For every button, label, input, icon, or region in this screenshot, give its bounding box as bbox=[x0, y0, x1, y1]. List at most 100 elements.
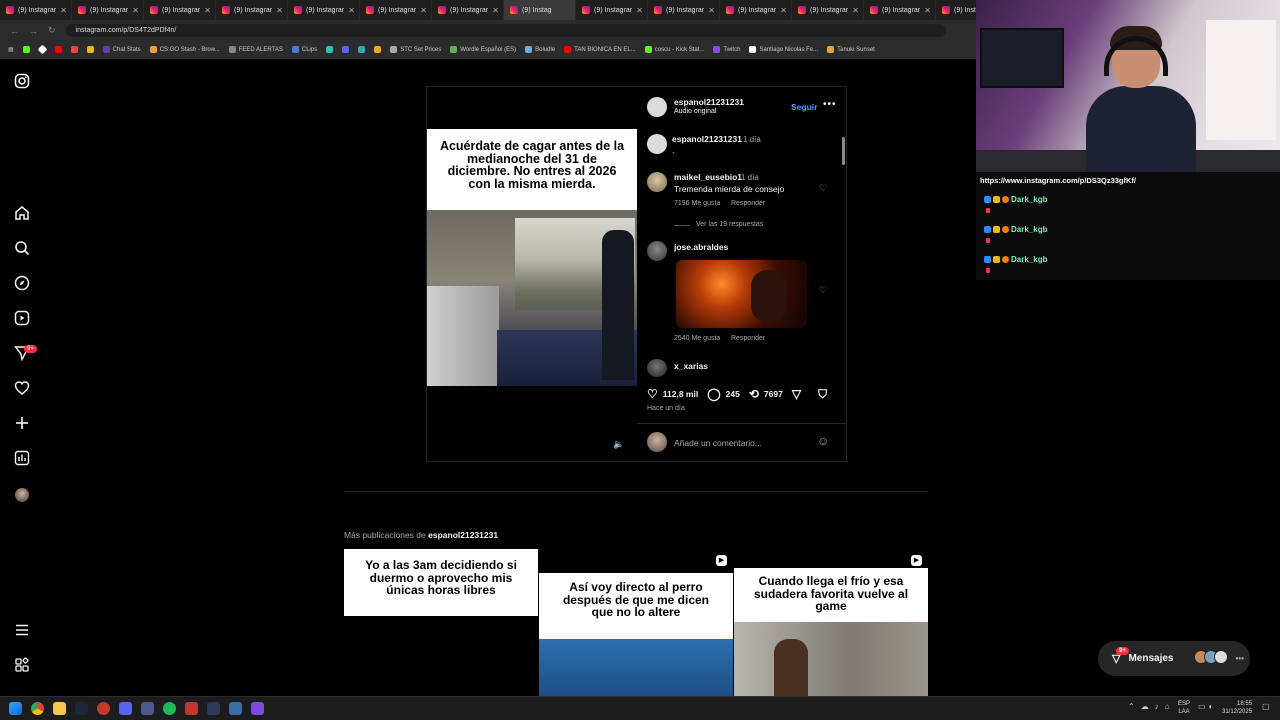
comment-avatar[interactable] bbox=[647, 172, 667, 192]
also-from-meta-icon[interactable] bbox=[13, 657, 31, 675]
notifications-heart-icon[interactable] bbox=[13, 380, 31, 398]
mute-icon[interactable]: 🔈 bbox=[613, 439, 624, 450]
browser-tab[interactable]: (9) Instagram ✕ bbox=[216, 0, 288, 20]
author-avatar[interactable] bbox=[647, 97, 667, 117]
bookmark-icon-only[interactable] bbox=[86, 46, 94, 53]
like-comment-heart-icon[interactable]: ♡ bbox=[819, 285, 827, 296]
comment-likes[interactable]: 7196 Me gusta bbox=[674, 200, 720, 207]
audio-label[interactable]: Audio original bbox=[674, 108, 716, 115]
forward-icon[interactable]: → bbox=[29, 26, 38, 36]
bookmark-icon-only[interactable] bbox=[70, 46, 78, 53]
chrome-icon[interactable] bbox=[31, 702, 44, 715]
clock[interactable]: 18:55 31/12/2025 bbox=[1222, 700, 1252, 716]
bookmark-icon-only[interactable] bbox=[37, 44, 48, 55]
more-post-tile[interactable]: Así voy directo al perro después de que … bbox=[539, 549, 733, 696]
file-explorer-icon[interactable] bbox=[53, 702, 66, 715]
likes-count[interactable]: 112,8 mil bbox=[663, 389, 698, 399]
bookmark-tanuki[interactable]: Tanuki Sunset bbox=[827, 46, 875, 53]
explore-compass-icon[interactable] bbox=[13, 275, 31, 293]
more-options-icon[interactable]: ••• bbox=[823, 99, 837, 110]
browser-tab[interactable]: (9) Instagram ✕ bbox=[792, 0, 864, 20]
browser-tab[interactable]: (9) Instagram ✕ bbox=[720, 0, 792, 20]
comment-avatar[interactable] bbox=[647, 359, 667, 377]
app-icon[interactable] bbox=[251, 702, 264, 715]
app-icon[interactable] bbox=[97, 702, 110, 715]
apps-icon[interactable]: ▦ bbox=[8, 46, 14, 53]
repost-icon[interactable]: ⟲ bbox=[749, 387, 759, 401]
app-icon[interactable] bbox=[141, 702, 154, 715]
bookmark-icon-only[interactable] bbox=[358, 46, 366, 53]
steam-icon[interactable] bbox=[75, 702, 88, 715]
system-tray[interactable]: ⌃☁♪⌂ bbox=[1128, 702, 1176, 711]
caption-author-avatar[interactable] bbox=[647, 134, 667, 154]
app-icon[interactable] bbox=[207, 702, 220, 715]
bookmark-stc-set-prices[interactable]: STC Set Prices bbox=[390, 46, 441, 53]
close-tab-icon[interactable]: ✕ bbox=[60, 6, 67, 15]
save-bookmark-icon[interactable]: ⛉ bbox=[818, 387, 827, 402]
bookmark-csgo-stash[interactable]: CS:GO Stash - Brow... bbox=[149, 46, 220, 53]
chat-username[interactable]: Dark_kgb bbox=[1011, 255, 1047, 264]
close-tab-icon[interactable]: ✕ bbox=[636, 6, 643, 15]
browser-tab[interactable]: (9) Instagram bbox=[936, 0, 976, 20]
close-tab-icon[interactable]: ✕ bbox=[708, 6, 715, 15]
author-username[interactable]: espanol21231231 bbox=[674, 97, 744, 107]
comment-bubble-icon[interactable]: ◯ bbox=[707, 387, 720, 401]
spotify-icon[interactable] bbox=[163, 702, 176, 715]
close-tab-icon[interactable]: ✕ bbox=[492, 6, 499, 15]
browser-tab[interactable]: (9) Instagram ✕ bbox=[432, 0, 504, 20]
start-icon[interactable] bbox=[9, 702, 22, 715]
browser-tab[interactable]: (9) Instagram ✕ bbox=[144, 0, 216, 20]
reels-icon[interactable] bbox=[13, 310, 31, 328]
home-icon[interactable] bbox=[13, 205, 31, 223]
comment-avatar[interactable] bbox=[647, 241, 667, 261]
url-field[interactable]: instagram.com/p/DS4T2dPDf4n/ bbox=[65, 24, 946, 37]
close-tab-icon[interactable]: ✕ bbox=[204, 6, 211, 15]
app-icon[interactable] bbox=[185, 702, 198, 715]
bookmark-icon-only[interactable] bbox=[342, 46, 350, 53]
comment-gif[interactable] bbox=[676, 260, 807, 328]
bookmark-boludle[interactable]: Boludle bbox=[525, 46, 555, 53]
bookmark-icon-only[interactable] bbox=[374, 46, 382, 53]
reload-icon[interactable]: ↻ bbox=[48, 25, 56, 36]
more-menu-icon[interactable] bbox=[13, 622, 31, 640]
bookmark-chat-stats[interactable]: Chat Stats bbox=[102, 46, 141, 53]
discord-icon[interactable] bbox=[119, 702, 132, 715]
more-post-tile[interactable]: Cuando llega el frío y esa sudadera favo… bbox=[734, 549, 928, 696]
comment-input[interactable]: Añade un comentario... bbox=[674, 438, 762, 448]
browser-tab[interactable]: (9) Instagram ✕ bbox=[576, 0, 648, 20]
bookmark-icon-only[interactable] bbox=[326, 46, 334, 53]
bookmark-icon-only[interactable] bbox=[54, 46, 62, 53]
more-posts-author[interactable]: espanol21231231 bbox=[428, 530, 498, 540]
bookmark-wordle[interactable]: Wordle Español (ES) bbox=[450, 46, 516, 53]
profile-avatar[interactable] bbox=[13, 486, 31, 504]
bookmark-feed-alertas[interactable]: FEED ALERTAS bbox=[228, 46, 283, 53]
app-icon[interactable] bbox=[229, 702, 242, 715]
follow-button[interactable]: Seguir bbox=[791, 102, 817, 112]
close-tab-icon[interactable]: ✕ bbox=[780, 6, 787, 15]
chat-link[interactable]: https://www.instagram.com/p/DS3Qz33gfKf/ bbox=[980, 176, 1136, 185]
bookmark-santiago[interactable]: Santiago Nicolas Fe... bbox=[749, 46, 818, 53]
wifi-volume-icon[interactable]: ▭ ◖ bbox=[1198, 702, 1213, 711]
instagram-logo-icon[interactable] bbox=[13, 73, 31, 91]
chat-username[interactable]: Dark_kgb bbox=[1011, 225, 1047, 234]
browser-tab[interactable]: (9) Instagram ✕ bbox=[288, 0, 360, 20]
messages-button[interactable]: ▽ 9+ Mensajes ••• bbox=[1098, 641, 1250, 676]
bookmark-tan-bionica[interactable]: TAN BIONICA EN EL... bbox=[564, 46, 636, 53]
language-indicator[interactable]: ESP LAA bbox=[1178, 700, 1190, 716]
chat-username[interactable]: Dark_kgb bbox=[1011, 195, 1047, 204]
dashboard-icon[interactable] bbox=[13, 450, 31, 468]
search-icon[interactable] bbox=[13, 240, 31, 258]
close-tab-icon[interactable]: ✕ bbox=[348, 6, 355, 15]
view-replies-button[interactable]: Ver las 19 respuestas bbox=[696, 221, 763, 228]
notifications-icon[interactable]: ▢ bbox=[1262, 702, 1270, 711]
bookmark-icon-only[interactable] bbox=[22, 46, 30, 53]
close-tab-icon[interactable]: ✕ bbox=[420, 6, 427, 15]
caption-author[interactable]: espanol21231231 bbox=[672, 134, 742, 144]
bookmark-clips[interactable]: CLips bbox=[291, 46, 317, 53]
comment-likes[interactable]: 2540 Me gusta bbox=[674, 335, 720, 342]
close-tab-icon[interactable]: ✕ bbox=[852, 6, 859, 15]
back-icon[interactable]: ← bbox=[10, 26, 19, 36]
browser-tab[interactable]: (9) Instagram ✕ bbox=[0, 0, 72, 20]
close-tab-icon[interactable]: ✕ bbox=[276, 6, 283, 15]
create-plus-icon[interactable] bbox=[13, 415, 31, 433]
